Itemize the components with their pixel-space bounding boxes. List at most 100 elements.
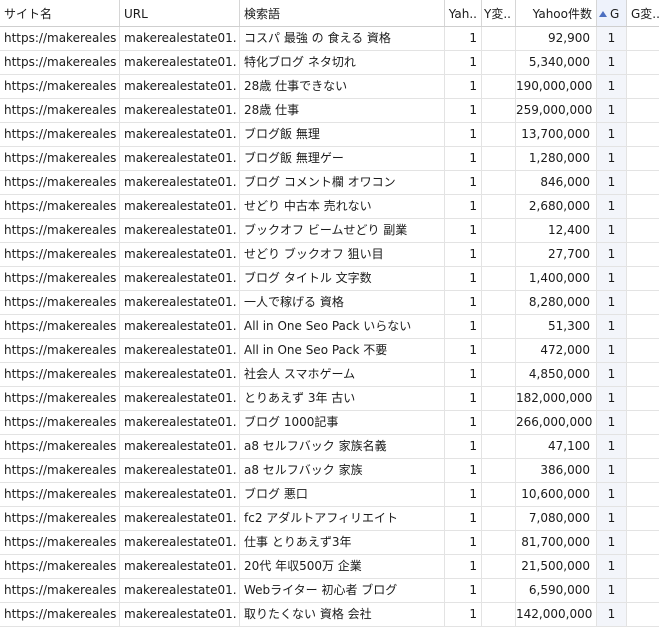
cell-keyword[interactable]: ブログ コメント欄 オワコン	[240, 171, 445, 194]
cell-google-rank[interactable]: 1	[597, 603, 627, 626]
cell-google-change[interactable]	[627, 123, 659, 146]
cell-yahoo-rank[interactable]: 1	[445, 75, 482, 98]
cell-yahoo-change[interactable]	[482, 219, 516, 242]
cell-yahoo-count[interactable]: 259,000,000	[516, 99, 597, 122]
cell-google-rank[interactable]: 1	[597, 387, 627, 410]
table-row[interactable]: https://makereales makerealestate01. 20代 年…	[0, 555, 659, 579]
cell-url[interactable]: makerealestate01.	[120, 267, 240, 290]
cell-keyword[interactable]: ブログ 悪口	[240, 483, 445, 506]
cell-url[interactable]: makerealestate01.	[120, 51, 240, 74]
cell-google-rank[interactable]: 1	[597, 171, 627, 194]
cell-keyword[interactable]: ブログ タイトル 文字数	[240, 267, 445, 290]
cell-google-change[interactable]	[627, 459, 659, 482]
cell-yahoo-change[interactable]	[482, 483, 516, 506]
cell-google-change[interactable]	[627, 243, 659, 266]
cell-yahoo-rank[interactable]: 1	[445, 507, 482, 530]
cell-yahoo-change[interactable]	[482, 51, 516, 74]
cell-keyword[interactable]: Webライター 初心者 ブログ	[240, 579, 445, 602]
cell-url[interactable]: makerealestate01.	[120, 411, 240, 434]
cell-keyword[interactable]: All in One Seo Pack 不要	[240, 339, 445, 362]
cell-keyword[interactable]: fc2 アダルトアフィリエイト	[240, 507, 445, 530]
cell-site[interactable]: https://makereales	[0, 51, 120, 74]
cell-url[interactable]: makerealestate01.	[120, 27, 240, 50]
table-row[interactable]: https://makereales makerealestate01. Webライ…	[0, 579, 659, 603]
cell-url[interactable]: makerealestate01.	[120, 195, 240, 218]
cell-keyword[interactable]: ブックオフ ビームせどり 副業	[240, 219, 445, 242]
cell-site[interactable]: https://makereales	[0, 99, 120, 122]
cell-keyword[interactable]: 取りたくない 資格 会社	[240, 603, 445, 626]
cell-yahoo-count[interactable]: 1,400,000	[516, 267, 597, 290]
cell-yahoo-change[interactable]	[482, 147, 516, 170]
cell-google-change[interactable]	[627, 507, 659, 530]
cell-site[interactable]: https://makereales	[0, 195, 120, 218]
cell-yahoo-rank[interactable]: 1	[445, 291, 482, 314]
table-row[interactable]: https://makereales makerealestate01. ブックオフ…	[0, 219, 659, 243]
table-row[interactable]: https://makereales makerealestate01. ブログ飯 …	[0, 123, 659, 147]
cell-yahoo-change[interactable]	[482, 555, 516, 578]
table-row[interactable]: https://makereales makerealestate01. 取りたくな…	[0, 603, 659, 627]
cell-yahoo-change[interactable]	[482, 291, 516, 314]
cell-google-rank[interactable]: 1	[597, 219, 627, 242]
table-row[interactable]: https://makereales makerealestate01. All i…	[0, 315, 659, 339]
cell-yahoo-rank[interactable]: 1	[445, 27, 482, 50]
cell-yahoo-rank[interactable]: 1	[445, 195, 482, 218]
cell-google-rank[interactable]: 1	[597, 99, 627, 122]
cell-keyword[interactable]: 28歳 仕事	[240, 99, 445, 122]
table-row[interactable]: https://makereales makerealestate01. ブログ コ…	[0, 171, 659, 195]
table-row[interactable]: https://makereales makerealestate01. a8 セル…	[0, 459, 659, 483]
cell-site[interactable]: https://makereales	[0, 411, 120, 434]
cell-yahoo-rank[interactable]: 1	[445, 123, 482, 146]
column-header-yahoo-change[interactable]: Y変..	[482, 0, 516, 26]
cell-google-rank[interactable]: 1	[597, 555, 627, 578]
cell-google-change[interactable]	[627, 51, 659, 74]
cell-google-rank[interactable]: 1	[597, 411, 627, 434]
cell-url[interactable]: makerealestate01.	[120, 579, 240, 602]
cell-site[interactable]: https://makereales	[0, 219, 120, 242]
table-row[interactable]: https://makereales makerealestate01. 特化ブログ…	[0, 51, 659, 75]
table-row[interactable]: https://makereales makerealestate01. ブログ飯 …	[0, 147, 659, 171]
cell-keyword[interactable]: 特化ブログ ネタ切れ	[240, 51, 445, 74]
table-row[interactable]: https://makereales makerealestate01. せどり 中…	[0, 195, 659, 219]
cell-site[interactable]: https://makereales	[0, 171, 120, 194]
cell-site[interactable]: https://makereales	[0, 579, 120, 602]
cell-yahoo-rank[interactable]: 1	[445, 171, 482, 194]
cell-google-change[interactable]	[627, 147, 659, 170]
cell-yahoo-count[interactable]: 21,500,000	[516, 555, 597, 578]
cell-yahoo-rank[interactable]: 1	[445, 387, 482, 410]
cell-keyword[interactable]: 一人で稼げる 資格	[240, 291, 445, 314]
cell-keyword[interactable]: All in One Seo Pack いらない	[240, 315, 445, 338]
cell-google-rank[interactable]: 1	[597, 267, 627, 290]
cell-yahoo-count[interactable]: 472,000	[516, 339, 597, 362]
cell-url[interactable]: makerealestate01.	[120, 555, 240, 578]
cell-google-rank[interactable]: 1	[597, 459, 627, 482]
cell-google-rank[interactable]: 1	[597, 339, 627, 362]
cell-yahoo-change[interactable]	[482, 99, 516, 122]
cell-yahoo-rank[interactable]: 1	[445, 483, 482, 506]
cell-site[interactable]: https://makereales	[0, 267, 120, 290]
table-row[interactable]: https://makereales makerealestate01. 28歳 仕…	[0, 75, 659, 99]
cell-google-rank[interactable]: 1	[597, 243, 627, 266]
cell-yahoo-change[interactable]	[482, 459, 516, 482]
cell-keyword[interactable]: ブログ飯 無理ゲー	[240, 147, 445, 170]
cell-url[interactable]: makerealestate01.	[120, 483, 240, 506]
cell-url[interactable]: makerealestate01.	[120, 603, 240, 626]
cell-site[interactable]: https://makereales	[0, 555, 120, 578]
cell-google-rank[interactable]: 1	[597, 531, 627, 554]
cell-url[interactable]: makerealestate01.	[120, 339, 240, 362]
cell-yahoo-count[interactable]: 51,300	[516, 315, 597, 338]
cell-yahoo-change[interactable]	[482, 507, 516, 530]
cell-yahoo-count[interactable]: 182,000,000	[516, 387, 597, 410]
cell-site[interactable]: https://makereales	[0, 291, 120, 314]
cell-yahoo-rank[interactable]: 1	[445, 339, 482, 362]
cell-yahoo-rank[interactable]: 1	[445, 459, 482, 482]
cell-yahoo-count[interactable]: 92,900	[516, 27, 597, 50]
cell-yahoo-change[interactable]	[482, 531, 516, 554]
cell-site[interactable]: https://makereales	[0, 147, 120, 170]
cell-yahoo-count[interactable]: 12,400	[516, 219, 597, 242]
cell-url[interactable]: makerealestate01.	[120, 387, 240, 410]
cell-yahoo-count[interactable]: 190,000,000	[516, 75, 597, 98]
cell-url[interactable]: makerealestate01.	[120, 243, 240, 266]
cell-google-rank[interactable]: 1	[597, 27, 627, 50]
cell-keyword[interactable]: ブログ 1000記事	[240, 411, 445, 434]
cell-google-rank[interactable]: 1	[597, 51, 627, 74]
